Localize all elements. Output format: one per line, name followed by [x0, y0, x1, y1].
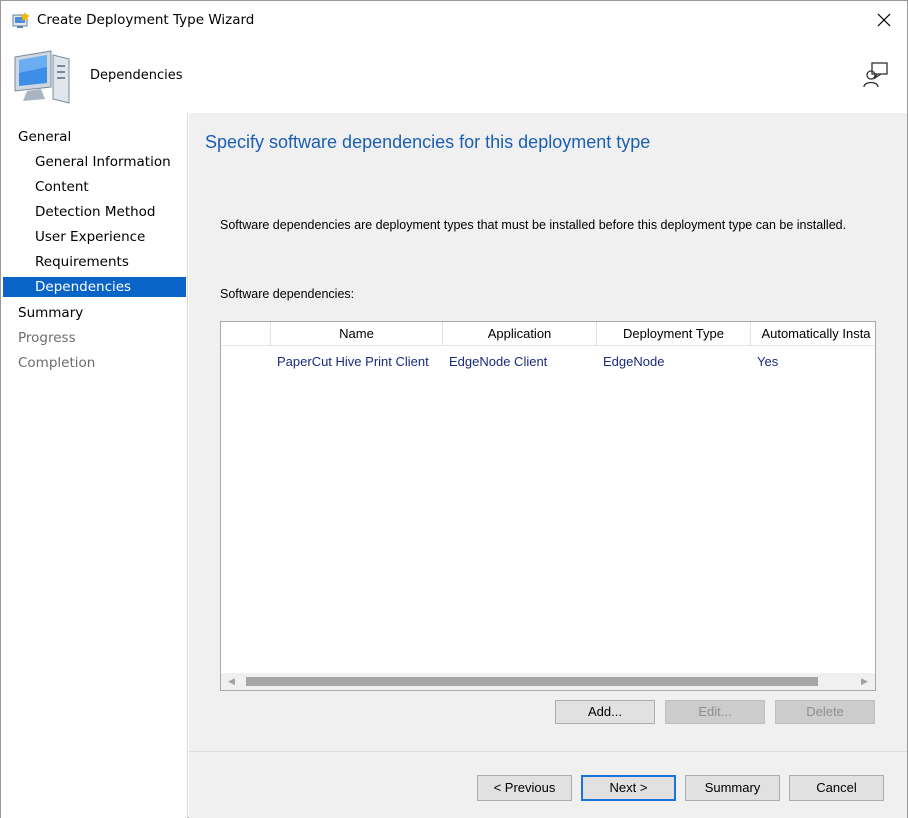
scrollbar-thumb[interactable] [246, 677, 818, 686]
column-header-application[interactable]: Application [443, 322, 597, 346]
content-panel: Specify software dependencies for this d… [189, 113, 907, 751]
close-button[interactable] [871, 7, 897, 33]
scroll-left-icon[interactable]: ◀ [223, 673, 240, 690]
row-cell-name: PaperCut Hive Print Client [277, 354, 429, 369]
column-header-blank[interactable] [221, 322, 271, 346]
wizard-steps-sidebar: General General Information Content Dete… [1, 113, 188, 818]
step-general-information: General Information [35, 154, 171, 170]
next-button[interactable]: Next > [581, 775, 676, 801]
header-page-name: Dependencies [90, 68, 183, 83]
computer-icon [14, 50, 70, 104]
close-icon [877, 13, 891, 27]
wizard-header: Dependencies [1, 39, 907, 113]
previous-button[interactable]: < Previous [477, 775, 572, 801]
step-user-experience: User Experience [35, 229, 146, 245]
column-header-name[interactable]: Name [271, 322, 443, 346]
cancel-button[interactable]: Cancel [789, 775, 884, 801]
horizontal-scrollbar[interactable]: ◀ ▶ [221, 673, 875, 690]
wizard-footer: < Previous Next > Summary Cancel [189, 751, 907, 818]
summary-button[interactable]: Summary [685, 775, 780, 801]
scroll-right-icon[interactable]: ▶ [856, 673, 873, 690]
edit-button[interactable]: Edit... [665, 700, 765, 724]
title-bar: Create Deployment Type Wizard [1, 1, 907, 39]
step-summary: Summary [18, 305, 84, 321]
step-detection-method: Detection Method [35, 204, 156, 220]
step-requirements: Requirements [35, 254, 129, 270]
step-completion: Completion [18, 355, 96, 371]
page-description: Software dependencies are deployment typ… [220, 218, 847, 232]
table-row[interactable]: PaperCut Hive Print Client EdgeNode Clie… [221, 352, 875, 372]
dependencies-list-label: Software dependencies: [220, 287, 355, 301]
help-feedback-icon[interactable] [863, 61, 889, 89]
window-title: Create Deployment Type Wizard [37, 12, 255, 28]
column-header-automatically-install[interactable]: Automatically Insta [751, 322, 875, 346]
wizard-app-icon [12, 12, 30, 28]
delete-button[interactable]: Delete [775, 700, 875, 724]
list-header: Name Application Deployment Type Automat… [221, 322, 875, 346]
step-progress: Progress [18, 330, 76, 346]
page-title: Specify software dependencies for this d… [205, 132, 651, 152]
row-cell-application: EdgeNode Client [449, 354, 548, 369]
step-general: General [18, 129, 72, 145]
row-cell-deployment-type: EdgeNode [603, 354, 665, 369]
wizard-window: Create Deployment Type Wizard Dependenci… [0, 0, 908, 818]
dependencies-list[interactable]: Name Application Deployment Type Automat… [220, 321, 876, 691]
add-button[interactable]: Add... [555, 700, 655, 724]
step-content: Content [35, 179, 89, 195]
row-cell-automatically-install: Yes [757, 354, 779, 369]
step-dependencies: Dependencies [3, 277, 186, 297]
column-header-deployment-type[interactable]: Deployment Type [597, 322, 751, 346]
